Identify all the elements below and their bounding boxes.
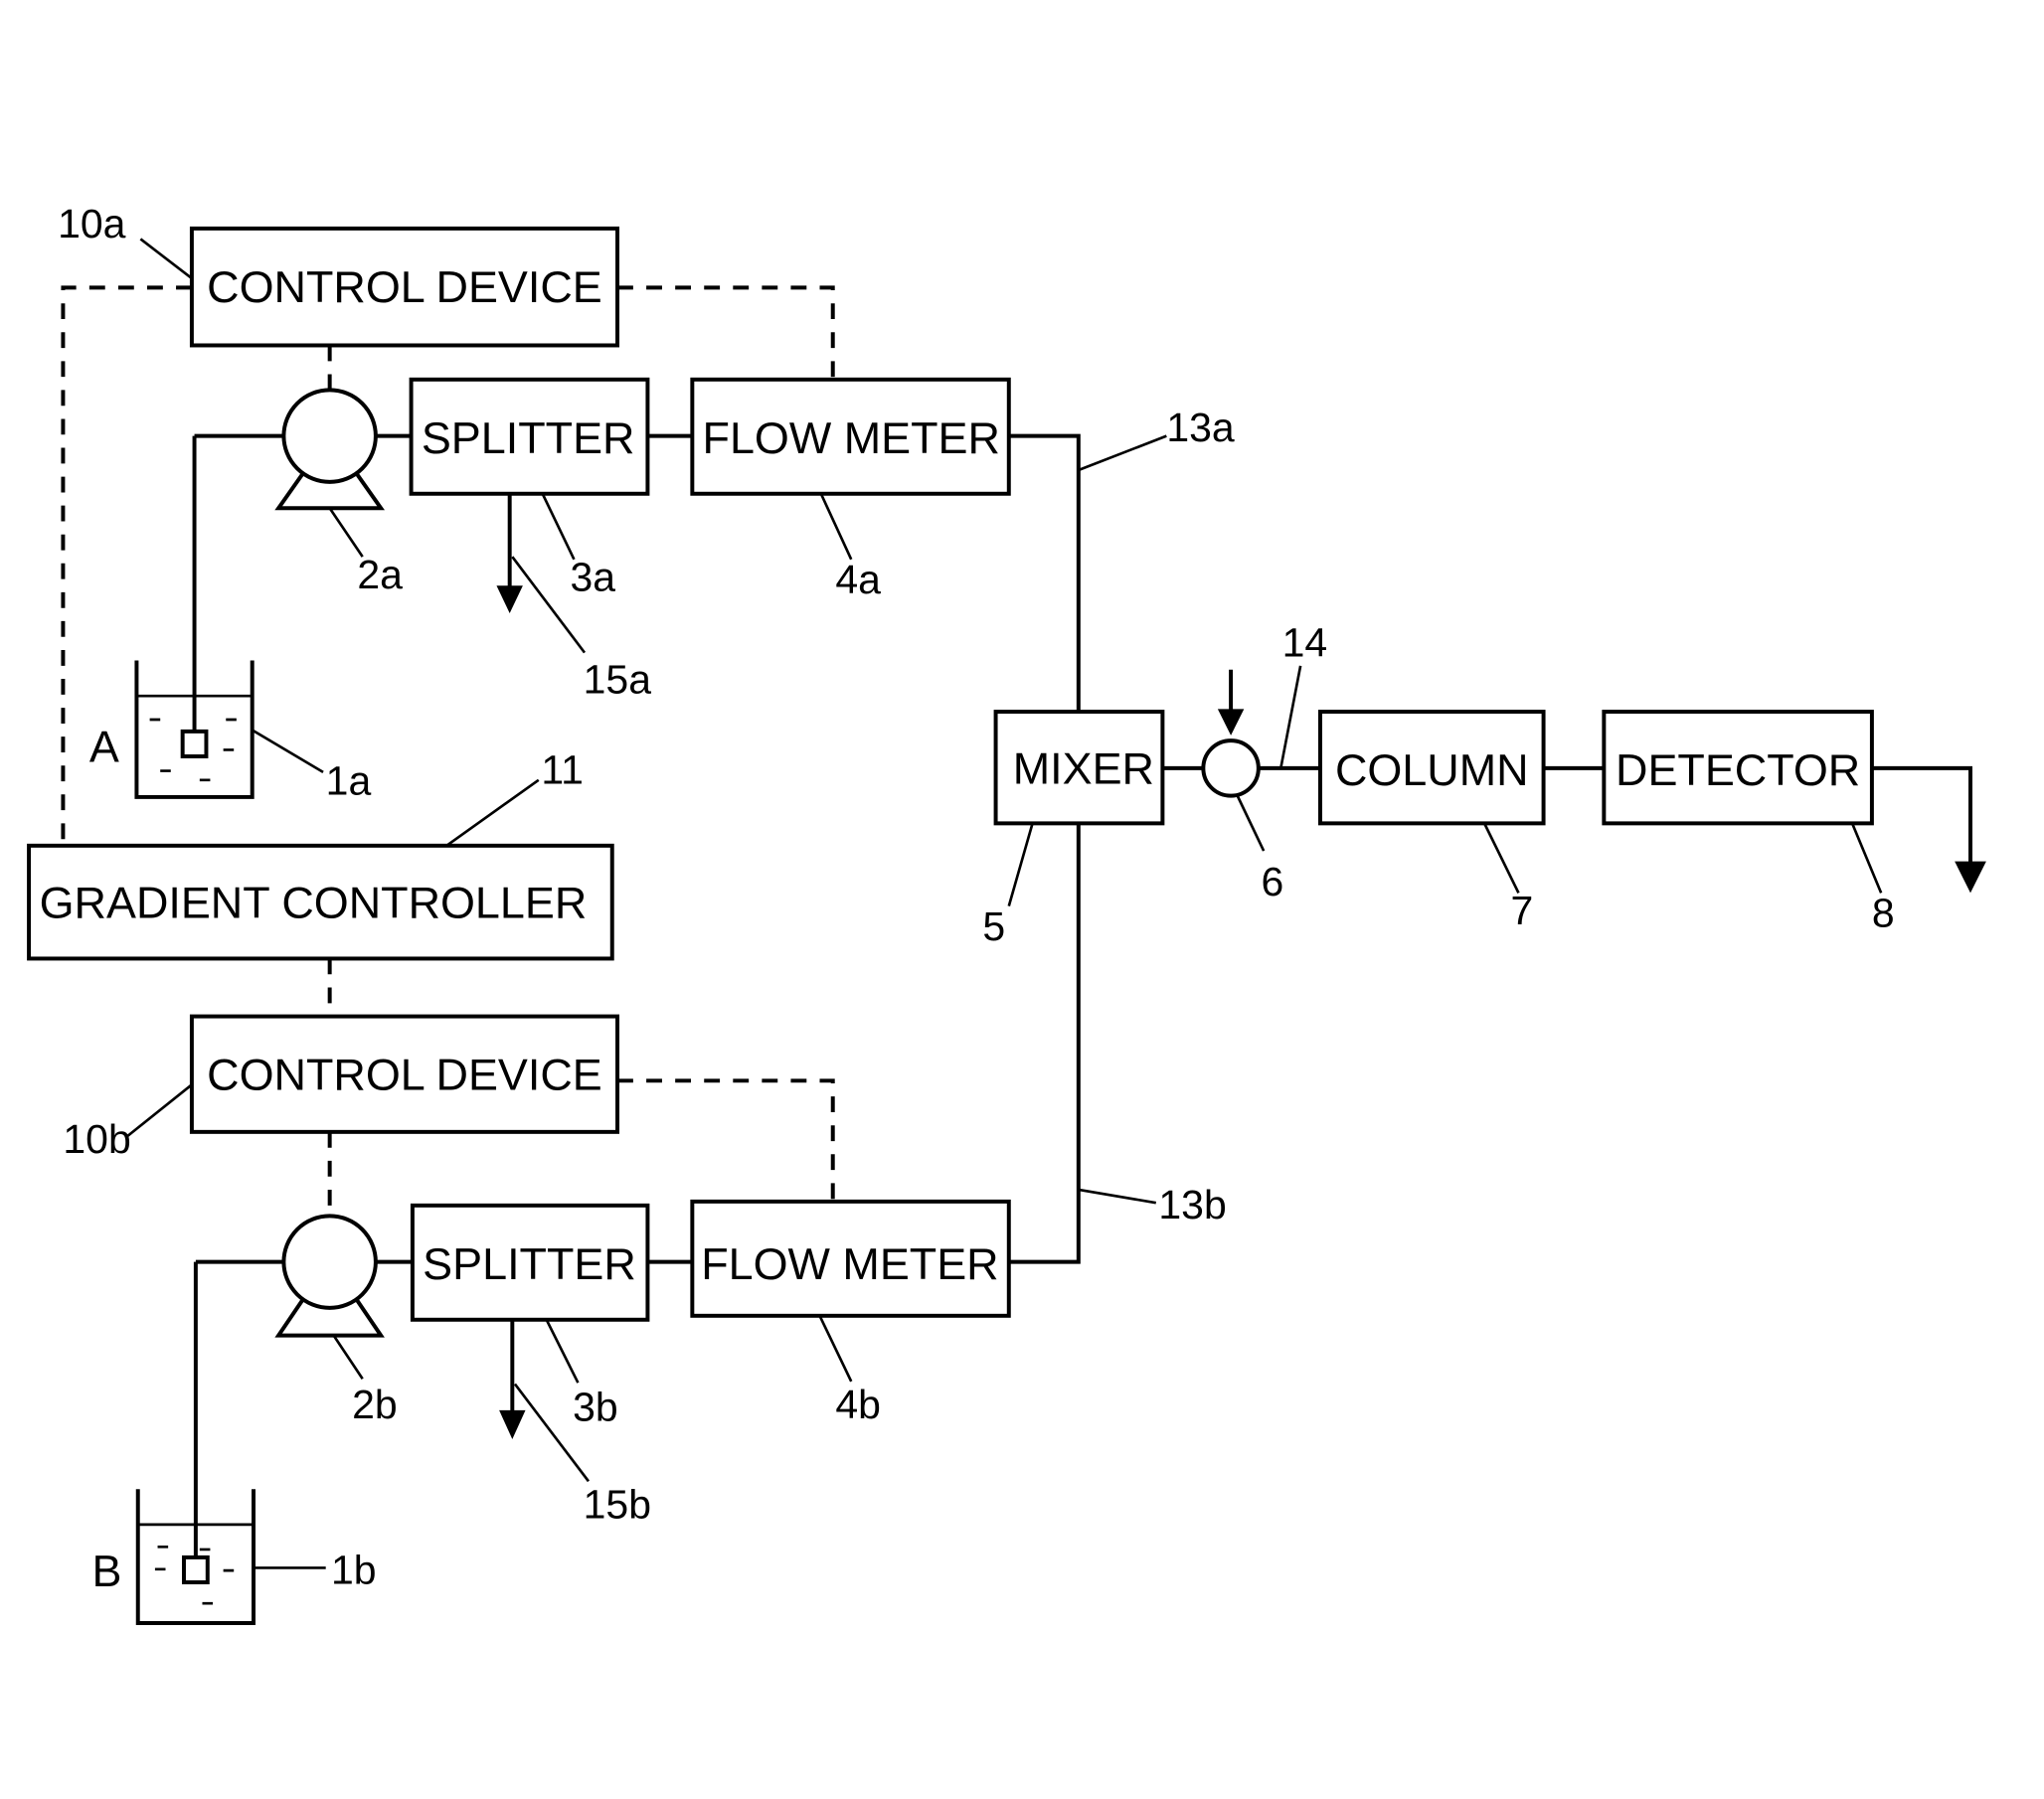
ref-10b: 10b [63,1116,130,1162]
tank-a-label: A [89,721,119,771]
pump-b-icon[interactable] [274,1214,385,1338]
leader-11 [445,778,540,847]
injector-icon[interactable] [1201,738,1261,798]
control-device-a-label: CONTROL DEVICE [207,261,602,312]
drain-b-arrow-icon [499,1409,526,1439]
leader-8 [1850,822,1883,894]
detector-outlet-line [1871,765,1972,870]
splitter-b-label: SPLITTER [423,1238,636,1289]
leader-6 [1236,795,1266,852]
ref-13a: 13a [1166,405,1235,450]
leader-1a [252,729,324,773]
ref-4a: 4a [835,557,881,602]
leader-10a [139,238,193,280]
tank-b-label: B [91,1546,121,1596]
ref-1b: 1b [331,1547,377,1592]
gradient-controller: GRADIENT CONTROLLER 11 [27,747,614,961]
dashed-line-gradient-to-control-a [61,285,192,846]
tube-13a [1008,433,1081,713]
ref-2b: 2b [352,1382,398,1427]
leader-2b [332,1334,364,1380]
ref-11: 11 [541,747,584,793]
ref-14: 14 [1282,620,1328,666]
ref-5: 5 [982,903,1005,949]
gradient-controller-label: GRADIENT CONTROLLER [40,877,588,927]
leader-10b [125,1083,193,1139]
ref-3b: 3b [573,1385,618,1430]
leader-4a [819,493,853,561]
control-device-b-label: CONTROL DEVICE [207,1050,602,1100]
ref-8: 8 [1872,891,1895,936]
ref-2a: 2a [357,552,403,597]
flow-meter-a-label: FLOW METER [703,412,1000,463]
leader-5 [1007,823,1034,906]
mixer-label: MIXER [1013,743,1154,794]
ref-15a: 15a [584,657,652,703]
ref-7: 7 [1511,888,1534,933]
leader-13a [1078,434,1167,472]
ref-10a: 10a [58,201,126,246]
leader-13b [1078,1188,1156,1205]
analysis-path: MIXER 5 6 14 COLUMN 7 DETECTOR 8 [982,620,1986,949]
dashed-line-control-a-to-flowmeter-a [617,285,835,379]
detector-label: DETECTOR [1616,744,1860,795]
sample-inlet-arrow-icon [1217,709,1245,736]
ref-13b: 13b [1158,1182,1226,1227]
leader-4b [818,1315,853,1383]
ref-1a: 1a [326,757,372,803]
pump-a-icon[interactable] [274,388,386,511]
column-label: COLUMN [1335,744,1529,795]
leader-2a [328,507,364,558]
ref-6: 6 [1261,859,1283,904]
ref-4b: 4b [835,1382,881,1427]
dashed-line-control-b-to-flowmeter-b [617,1078,835,1201]
splitter-a-label: SPLITTER [422,412,635,463]
ref-3a: 3a [570,555,615,600]
leader-3b [545,1319,580,1384]
leader-3a [541,493,576,561]
detector-outlet-arrow-icon [1955,861,1986,894]
leader-7 [1482,822,1520,894]
diagram-canvas: CONTROL DEVICE 10a 2a A 1a SPLITTER 3a 1… [27,201,1986,1625]
leader-14 [1279,665,1302,769]
drain-a-arrow-icon [496,585,523,613]
ref-15b: 15b [584,1481,651,1527]
flow-meter-b-label: FLOW METER [701,1238,998,1289]
tube-13b [1008,823,1081,1264]
